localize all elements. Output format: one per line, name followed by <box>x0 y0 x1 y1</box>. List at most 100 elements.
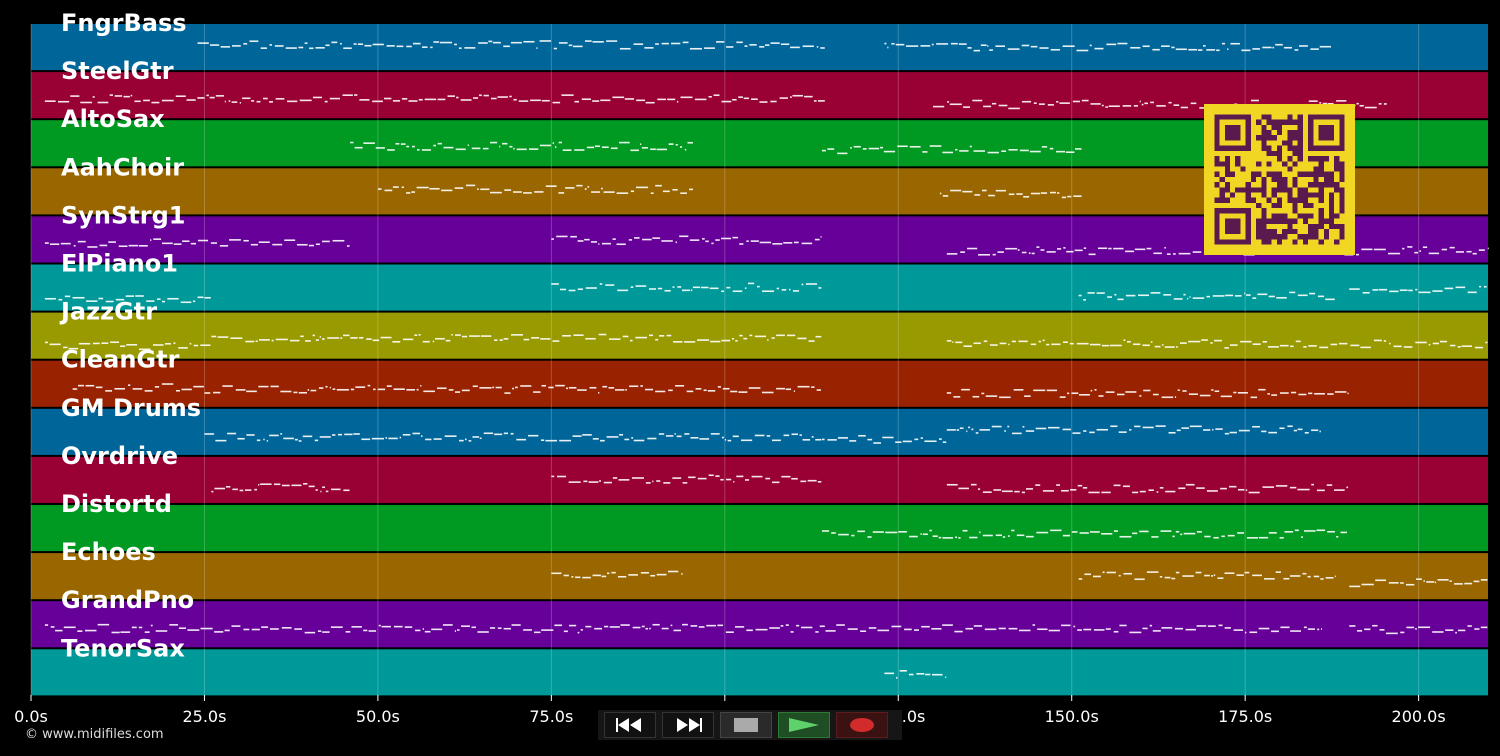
note <box>1214 339 1222 342</box>
note <box>1154 345 1161 348</box>
note <box>630 149 639 152</box>
note <box>661 240 673 242</box>
note <box>657 98 666 101</box>
play-button[interactable] <box>778 712 830 738</box>
note <box>1267 393 1270 395</box>
note <box>1139 530 1149 533</box>
note <box>471 626 476 629</box>
note <box>60 242 71 245</box>
note <box>1062 45 1075 48</box>
note <box>580 629 583 631</box>
track-lane <box>31 553 1488 600</box>
note <box>77 630 83 632</box>
note <box>1385 632 1398 635</box>
note <box>1304 530 1316 532</box>
note <box>1211 575 1214 577</box>
note <box>1319 346 1329 349</box>
note <box>1349 585 1361 588</box>
note <box>80 101 92 104</box>
note <box>50 626 55 628</box>
note <box>1101 532 1113 535</box>
note <box>656 573 667 576</box>
note <box>499 339 503 341</box>
note <box>1216 49 1220 52</box>
note <box>1334 575 1336 578</box>
note <box>988 194 995 197</box>
note <box>495 386 502 389</box>
note <box>1336 535 1339 538</box>
play-icon <box>789 718 819 732</box>
note <box>1088 253 1096 256</box>
note <box>995 45 1006 47</box>
note <box>554 146 557 148</box>
note <box>1279 537 1284 539</box>
track-label: Ovrdrive <box>61 442 178 470</box>
note <box>227 432 237 435</box>
note <box>513 98 517 101</box>
note <box>1129 429 1132 431</box>
note <box>931 628 942 630</box>
note <box>1101 491 1111 494</box>
note <box>138 245 148 247</box>
note <box>130 94 133 97</box>
note <box>776 287 780 290</box>
note <box>490 141 498 144</box>
note <box>1414 251 1419 254</box>
note <box>503 627 511 630</box>
note <box>1310 48 1319 50</box>
note <box>891 625 902 628</box>
note <box>1142 344 1150 347</box>
fast-forward-button[interactable] <box>662 712 714 738</box>
note <box>1389 342 1391 345</box>
note <box>431 628 443 631</box>
note <box>1159 487 1164 489</box>
note <box>757 285 760 288</box>
note <box>906 45 919 47</box>
note <box>1252 574 1262 577</box>
note <box>1314 392 1325 395</box>
note <box>105 390 113 392</box>
note <box>649 334 654 337</box>
note <box>721 237 732 240</box>
tick-label: 75.0s <box>529 707 573 726</box>
note <box>1141 103 1144 106</box>
note <box>921 625 930 628</box>
note <box>1146 571 1159 573</box>
note <box>1221 42 1225 45</box>
note <box>1031 252 1035 255</box>
note <box>1467 291 1477 294</box>
note <box>99 244 108 247</box>
stop-button[interactable] <box>720 712 772 738</box>
note <box>1042 490 1054 492</box>
note <box>173 342 176 344</box>
note <box>792 290 800 292</box>
note <box>815 438 822 441</box>
note <box>1079 532 1089 534</box>
note <box>261 626 269 628</box>
note <box>1317 628 1320 631</box>
note <box>1298 393 1307 396</box>
note <box>1036 246 1040 248</box>
note <box>1008 343 1010 346</box>
note <box>1150 341 1153 343</box>
note <box>1262 46 1272 49</box>
note <box>1173 298 1183 300</box>
note <box>479 387 492 389</box>
note <box>1224 627 1231 629</box>
note <box>645 482 651 484</box>
note <box>551 572 562 575</box>
note <box>692 286 701 289</box>
note <box>1320 578 1324 580</box>
note <box>197 42 209 44</box>
note <box>698 626 705 628</box>
note <box>967 247 978 250</box>
note <box>1014 490 1020 493</box>
note <box>1057 192 1060 194</box>
note <box>585 287 597 289</box>
note <box>648 288 657 290</box>
record-button[interactable] <box>836 712 888 738</box>
rewind-button[interactable] <box>604 712 656 738</box>
note <box>173 243 182 245</box>
note <box>320 490 322 493</box>
note <box>1109 344 1122 347</box>
